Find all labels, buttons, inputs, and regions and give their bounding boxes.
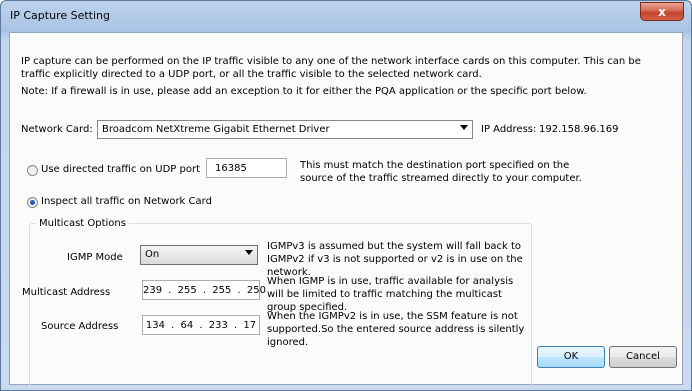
title-bar[interactable]: IP Capture Setting x [1, 1, 691, 31]
multicast-address-input[interactable]: 239 . 255 . 255 . 250 [142, 280, 266, 300]
inspect-all-label[interactable]: Inspect all traffic on Network Card [41, 196, 212, 207]
cancel-button[interactable]: Cancel [609, 346, 677, 368]
source-address-label: Source Address [41, 321, 119, 332]
source-address-input[interactable]: 134 . 64 . 233 . 17 [142, 315, 260, 335]
source-address-value: 134 . 64 . 233 . 17 [145, 320, 257, 331]
ok-button[interactable]: OK [537, 346, 605, 368]
intro-text: IP capture can be performed on the IP tr… [21, 56, 641, 80]
igmp-mode-help: IGMPv3 is assumed but the system will fa… [267, 241, 523, 278]
network-card-select[interactable]: Broadcom NetXtreme Gigabit Ethernet Driv… [97, 120, 473, 139]
inspect-all-radio[interactable] [27, 197, 38, 208]
udp-port-value: 16385 [215, 163, 247, 174]
multicast-address-value: 239 . 255 . 255 . 250 [143, 285, 266, 296]
firewall-note: Note: If a firewall is in use, please ad… [21, 86, 587, 97]
igmp-mode-value: On [145, 249, 160, 260]
udp-port-radio[interactable] [27, 165, 38, 176]
source-address-help: When the IGMPv2 is in use, the SSM featu… [267, 311, 525, 348]
udp-port-input[interactable]: 16385 [206, 158, 287, 178]
multicast-address-label: Multicast Address [22, 287, 111, 298]
udp-port-help: This must match the destination port spe… [300, 160, 582, 184]
network-card-label: Network Card: [21, 124, 93, 135]
dialog-body: IP capture can be performed on the IP tr… [9, 32, 683, 387]
multicast-address-help: When IGMP is in use, traffic available f… [267, 276, 514, 313]
chevron-down-icon [245, 250, 253, 255]
close-button[interactable]: x [640, 2, 684, 21]
udp-port-label[interactable]: Use directed traffic on UDP port [41, 164, 200, 175]
igmp-mode-select[interactable]: On [140, 245, 258, 265]
igmp-mode-label: IGMP Mode [67, 252, 123, 263]
dialog-title: IP Capture Setting [10, 9, 110, 22]
ip-address-label: IP Address: [481, 124, 537, 135]
chevron-down-icon [460, 125, 468, 130]
network-card-value: Broadcom NetXtreme Gigabit Ethernet Driv… [102, 124, 330, 135]
multicast-group-title: Multicast Options [36, 218, 129, 229]
dialog-window: IP Capture Setting x IP capture can be p… [0, 0, 692, 391]
close-icon: x [658, 4, 666, 19]
ip-address-value: 192.158.96.169 [539, 124, 619, 135]
